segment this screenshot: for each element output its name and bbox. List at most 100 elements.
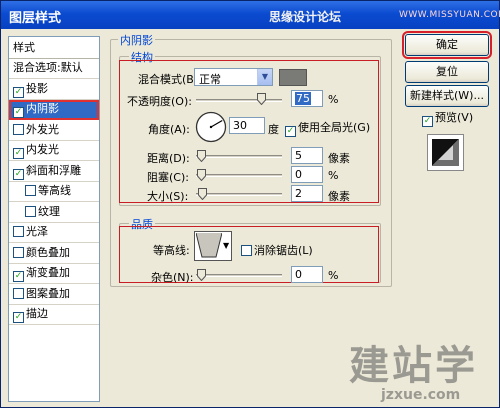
contour-preview-icon <box>196 233 222 259</box>
preview-swatch-icon <box>432 139 459 166</box>
shadow-color-swatch[interactable] <box>279 69 307 86</box>
logo-mark: 建站学 jzxue.com <box>349 343 478 403</box>
blend-mode-value: 正常 <box>199 73 221 86</box>
style-list: 样式 混合选项:默认 ✓ 投影 ✓ 内阴影 外发光 ✓ 内发光 ✓ 斜面和浮雕 等高线 纹理 光泽 颜色叠… <box>8 36 100 402</box>
noise-input[interactable]: 0 <box>291 266 323 283</box>
choke-slider-track[interactable] <box>196 174 282 177</box>
style-item-label: 纹理 <box>38 204 60 218</box>
choke-label: 阻塞(C): <box>147 171 189 184</box>
style-checkbox[interactable]: ✓ <box>13 148 24 159</box>
choke-unit: % <box>328 169 339 182</box>
chevron-down-icon: ▼ <box>257 69 272 85</box>
opacity-slider-thumb[interactable] <box>256 93 266 105</box>
preview-label: 预览(V) <box>435 111 474 124</box>
antialias-option[interactable]: 消除锯齿(L) <box>241 242 313 258</box>
style-checkbox[interactable]: ✓ <box>13 86 24 98</box>
style-item-label: 内发光 <box>26 143 59 156</box>
style-item-label: 斜面和浮雕 <box>26 163 81 177</box>
style-checkbox[interactable] <box>25 205 36 217</box>
style-checkbox[interactable] <box>25 185 36 196</box>
style-item-label: 等高线 <box>38 184 71 197</box>
distance-slider-track[interactable] <box>196 155 282 158</box>
style-list-item[interactable]: ✓ 描边 <box>9 305 99 325</box>
global-light-label: 使用全局光(G) <box>298 121 371 134</box>
distance-slider-thumb[interactable] <box>197 150 206 162</box>
ok-button[interactable]: 确定 <box>402 31 492 59</box>
contour-picker[interactable]: ▼ <box>194 231 232 261</box>
style-checkbox[interactable]: ✓ <box>13 271 24 282</box>
opacity-input[interactable]: 75 <box>291 90 323 107</box>
style-list-item[interactable]: ✓ 内阴影 <box>9 100 99 120</box>
size-slider-thumb[interactable] <box>198 188 207 200</box>
noise-slider-thumb[interactable] <box>197 269 206 281</box>
reset-button[interactable]: 复位 <box>405 61 489 83</box>
style-item-label: 描边 <box>26 307 48 320</box>
noise-label: 杂色(N): <box>151 271 194 284</box>
style-list-item[interactable]: 光泽 <box>9 223 99 243</box>
style-list-item[interactable]: ✓ 投影 <box>9 80 99 100</box>
opacity-unit: % <box>328 93 339 106</box>
style-item-label: 混合选项:默认 <box>13 61 83 74</box>
style-list-item[interactable]: 图案叠加 <box>9 285 99 305</box>
style-checkbox[interactable] <box>13 246 24 258</box>
choke-input[interactable]: 0 <box>291 166 323 183</box>
style-list-item[interactable]: 混合选项:默认 <box>9 59 99 79</box>
contour-label: 等高线: <box>153 244 190 257</box>
angle-input[interactable]: 30 <box>229 117 265 134</box>
preview-checkbox[interactable]: ✓ <box>422 116 433 127</box>
noise-unit: % <box>328 269 339 282</box>
size-unit: 像素 <box>328 190 350 203</box>
style-item-label: 图案叠加 <box>26 286 70 300</box>
style-list-item[interactable]: 外发光 <box>9 121 99 141</box>
noise-slider-track[interactable] <box>196 274 282 277</box>
logo: 建站学 jzxue.com <box>341 333 491 408</box>
style-checkbox[interactable] <box>13 226 24 237</box>
style-list-item[interactable]: ✓ 内发光 <box>9 141 99 161</box>
antialias-checkbox[interactable] <box>241 245 252 256</box>
layer-style-dialog: 图层样式 思缘设计论坛 WWW.MISSYUAN.COM 样式 混合选项:默认 ✓… <box>0 0 500 408</box>
chevron-down-icon: ▼ <box>223 241 230 250</box>
new-style-button[interactable]: 新建样式(W)... <box>405 85 489 107</box>
global-light-option[interactable]: ✓ 使用全局光(G) <box>285 119 370 137</box>
style-item-label: 投影 <box>26 81 48 95</box>
opacity-label: 不透明度(O): <box>127 95 192 108</box>
style-list-item[interactable]: 纹理 <box>9 203 99 223</box>
style-checkbox[interactable]: ✓ <box>13 168 24 180</box>
size-slider-track[interactable] <box>196 193 282 196</box>
style-item-label: 渐变叠加 <box>26 266 70 279</box>
angle-dial[interactable] <box>195 111 227 143</box>
size-input[interactable]: 2 <box>291 185 323 202</box>
style-checkbox[interactable] <box>13 287 24 299</box>
style-list-item[interactable]: 等高线 <box>9 182 99 202</box>
distance-label: 距离(D): <box>147 152 190 165</box>
style-checkbox[interactable]: ✓ <box>13 107 24 118</box>
style-list-item[interactable]: 颜色叠加 <box>9 244 99 264</box>
opacity-slider-track[interactable] <box>196 99 282 102</box>
angle-unit: 度 <box>268 123 279 136</box>
watermark-url: WWW.MISSYUAN.COM <box>399 10 500 20</box>
global-light-checkbox[interactable]: ✓ <box>285 126 296 137</box>
style-item-label: 内阴影 <box>26 102 59 115</box>
style-list-header: 样式 <box>9 37 99 59</box>
choke-slider-thumb[interactable] <box>197 169 206 181</box>
style-checkbox[interactable]: ✓ <box>13 312 24 323</box>
angle-label: 角度(A): <box>148 123 190 136</box>
inner-shadow-title: 内阴影 <box>118 32 155 48</box>
preview-thumbnail <box>427 134 464 171</box>
style-item-label: 颜色叠加 <box>26 245 70 259</box>
distance-unit: 像素 <box>328 152 350 165</box>
style-list-item[interactable]: ✓ 渐变叠加 <box>9 264 99 284</box>
style-checkbox[interactable] <box>13 123 24 135</box>
svg-text:建站学: 建站学 <box>349 343 478 389</box>
antialias-label: 消除锯齿(L) <box>254 244 313 257</box>
blend-mode-select[interactable]: 正常 ▼ <box>194 68 273 86</box>
size-label: 大小(S): <box>147 190 189 203</box>
style-list-item[interactable]: ✓ 斜面和浮雕 <box>9 162 99 182</box>
preview-option[interactable]: ✓ 预览(V) <box>422 109 473 127</box>
style-item-label: 光泽 <box>26 225 48 238</box>
title-bar[interactable]: 图层样式 思缘设计论坛 WWW.MISSYUAN.COM <box>1 1 500 29</box>
svg-text:jzxue.com: jzxue.com <box>380 387 460 403</box>
distance-input[interactable]: 5 <box>291 147 323 164</box>
window-title: 图层样式 <box>9 11 62 26</box>
blend-mode-label: 混合模式(B): <box>138 73 202 86</box>
